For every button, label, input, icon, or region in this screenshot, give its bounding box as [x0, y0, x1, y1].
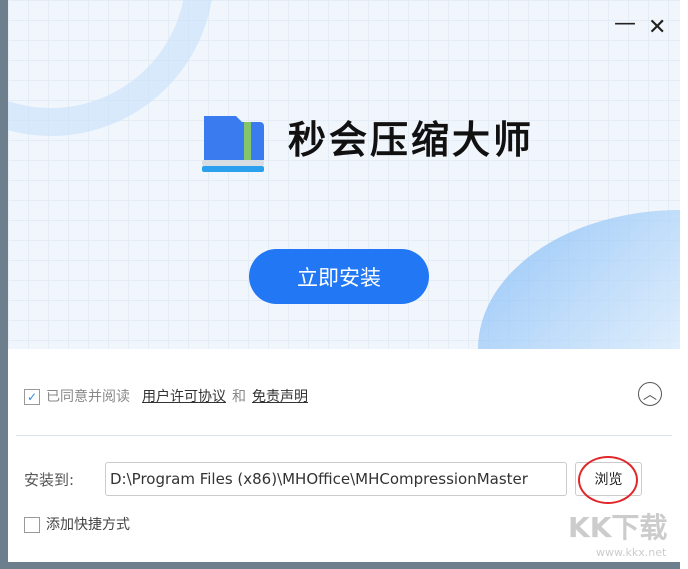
agree-checkbox[interactable]: ✓	[24, 389, 40, 405]
minimize-icon[interactable]: —	[614, 12, 636, 36]
watermark-url: www.kkx.net	[596, 546, 667, 559]
app-title: 秒会压缩大师	[288, 118, 535, 162]
hero-banner: — ✕ 秒会压缩大师 立即安装	[8, 0, 680, 349]
decor-arc	[8, 0, 214, 136]
browse-button[interactable]: 浏览	[575, 462, 642, 496]
install-path-label: 安装到:	[24, 471, 75, 489]
agreement-row: ✓ 已同意并阅读 用户许可协议 和 免责声明	[24, 388, 308, 406]
agree-text: 已同意并阅读	[46, 389, 130, 405]
install-path-input[interactable]: D:\Program Files (x86)\MHOffice\MHCompre…	[105, 462, 567, 496]
shortcut-label: 添加快捷方式	[46, 517, 130, 533]
shortcut-checkbox[interactable]	[24, 517, 40, 533]
and-text: 和	[232, 389, 246, 405]
desktop-background	[680, 0, 688, 569]
install-now-button[interactable]: 立即安装	[249, 249, 429, 304]
app-logo-icon	[202, 116, 264, 172]
disclaimer-link[interactable]: 免责声明	[252, 388, 308, 406]
license-link[interactable]: 用户许可协议	[142, 388, 226, 406]
close-icon[interactable]: ✕	[648, 16, 666, 40]
installer-window: — ✕ 秒会压缩大师 立即安装 ✓ 已同意并阅读 用户许可协议 和 免责声明 ︿…	[8, 0, 680, 562]
divider	[16, 435, 672, 436]
collapse-chevron-up-icon[interactable]: ︿	[638, 382, 662, 406]
decor-wave	[478, 210, 680, 349]
watermark: KK下载	[568, 511, 668, 544]
shortcut-row: 添加快捷方式	[24, 516, 130, 534]
